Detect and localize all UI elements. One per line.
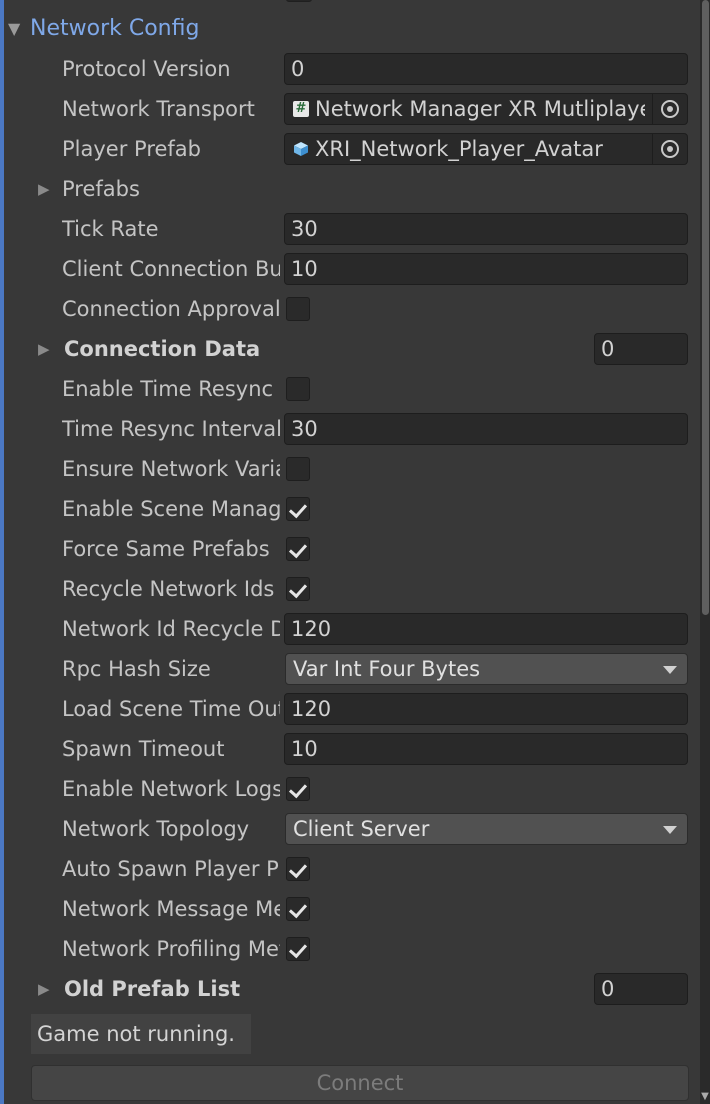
player-prefab-row: Player Prefab XRI_Network_Player_Avatar bbox=[0, 131, 700, 167]
enable-network-logs-checkbox[interactable] bbox=[286, 777, 310, 801]
network-config-title: Network Config bbox=[30, 15, 200, 41]
old-prefab-list-foldout[interactable]: ▶ Old Prefab List 0 bbox=[0, 971, 700, 1007]
object-picker-icon[interactable] bbox=[652, 94, 687, 124]
dropdown-caret-icon bbox=[663, 826, 677, 834]
recycle-network-ids-row: Recycle Network Ids bbox=[0, 571, 700, 607]
network-transport-row: Network Transport # Network Manager XR M… bbox=[0, 91, 700, 127]
protocol-version-field[interactable]: 0 bbox=[284, 53, 688, 85]
prefabs-foldout[interactable]: ▶ Prefabs bbox=[0, 171, 700, 207]
auto-spawn-player-label: Auto Spawn Player Prefab bbox=[62, 857, 280, 881]
tick-rate-row: Tick Rate 30 bbox=[0, 211, 700, 247]
spawn-timeout-label: Spawn Timeout bbox=[62, 737, 225, 761]
script-hash-icon: # bbox=[293, 101, 309, 117]
network-message-metrics-label: Network Message Metrics bbox=[62, 897, 280, 921]
recycle-network-ids-label: Recycle Network Ids bbox=[62, 577, 275, 601]
rpc-hash-size-dropdown[interactable]: Var Int Four Bytes bbox=[285, 653, 688, 685]
network-topology-value: Client Server bbox=[293, 817, 430, 841]
checkmark-icon bbox=[288, 779, 308, 799]
client-connection-buffer-label: Client Connection Buffer Timeout bbox=[62, 257, 280, 281]
spawn-timeout-field[interactable]: 10 bbox=[284, 733, 688, 765]
load-scene-timeout-label: Load Scene Time Out bbox=[62, 697, 280, 721]
time-resync-interval-row: Time Resync Interval 30 bbox=[0, 411, 700, 447]
foldout-collapsed-icon: ▶ bbox=[38, 180, 50, 198]
connection-approval-checkbox[interactable] bbox=[286, 297, 310, 321]
network-transport-value: Network Manager XR Mutliplayer bbox=[315, 97, 645, 121]
protocol-version-label: Protocol Version bbox=[62, 57, 231, 81]
network-transport-label: Network Transport bbox=[62, 97, 255, 121]
force-same-prefabs-row: Force Same Prefabs bbox=[0, 531, 700, 567]
enable-network-logs-label: Enable Network Logs bbox=[62, 777, 280, 801]
clipped-checkbox-fragment[interactable] bbox=[286, 0, 312, 2]
network-id-recycle-delay-label: Network Id Recycle Delay bbox=[62, 617, 280, 641]
rpc-hash-size-value: Var Int Four Bytes bbox=[293, 657, 481, 681]
network-config-foldout[interactable]: ▼ Network Config bbox=[8, 10, 199, 46]
network-id-recycle-delay-field[interactable]: 120 bbox=[284, 613, 688, 645]
enable-scene-management-label: Enable Scene Management bbox=[62, 497, 280, 521]
network-id-recycle-delay-row: Network Id Recycle Delay 120 bbox=[0, 611, 700, 647]
foldout-expanded-icon: ▼ bbox=[8, 18, 21, 38]
enable-scene-management-row: Enable Scene Management bbox=[0, 491, 700, 527]
checkmark-icon bbox=[288, 939, 308, 959]
network-message-metrics-row: Network Message Metrics bbox=[0, 891, 700, 927]
connection-approval-row: Connection Approval bbox=[0, 291, 700, 327]
load-scene-timeout-row: Load Scene Time Out 120 bbox=[0, 691, 700, 727]
enable-time-resync-label: Enable Time Resync bbox=[62, 377, 274, 401]
load-scene-timeout-field[interactable]: 120 bbox=[284, 693, 688, 725]
player-prefab-value: XRI_Network_Player_Avatar bbox=[315, 137, 603, 161]
checkmark-icon bbox=[288, 499, 308, 519]
object-picker-icon[interactable] bbox=[652, 134, 687, 164]
enable-network-logs-row: Enable Network Logs bbox=[0, 771, 700, 807]
network-profiling-metrics-row: Network Profiling Metrics bbox=[0, 931, 700, 967]
checkmark-icon bbox=[288, 539, 308, 559]
network-topology-dropdown[interactable]: Client Server bbox=[285, 813, 688, 845]
spawn-timeout-row: Spawn Timeout 10 bbox=[0, 731, 700, 767]
rpc-hash-size-label: Rpc Hash Size bbox=[62, 657, 211, 681]
dropdown-caret-icon bbox=[663, 666, 677, 674]
ensure-network-variable-label: Ensure Network Variable Length Safety bbox=[62, 457, 280, 481]
connect-button[interactable]: Connect bbox=[31, 1065, 689, 1101]
foldout-collapsed-icon: ▶ bbox=[38, 340, 50, 358]
enable-time-resync-row: Enable Time Resync bbox=[0, 371, 700, 407]
client-connection-buffer-field[interactable]: 10 bbox=[284, 253, 688, 285]
enable-scene-management-checkbox[interactable] bbox=[286, 497, 310, 521]
game-status-label: Game not running. bbox=[31, 1014, 251, 1054]
old-prefab-list-size-field[interactable]: 0 bbox=[594, 973, 688, 1005]
enable-time-resync-checkbox[interactable] bbox=[286, 377, 310, 401]
auto-spawn-player-checkbox[interactable] bbox=[286, 857, 310, 881]
connection-data-size-field[interactable]: 0 bbox=[594, 333, 688, 365]
checkmark-icon bbox=[288, 859, 308, 879]
player-prefab-label: Player Prefab bbox=[62, 137, 202, 161]
ensure-network-variable-checkbox[interactable] bbox=[286, 457, 310, 481]
client-connection-buffer-row: Client Connection Buffer Timeout 10 bbox=[0, 251, 700, 287]
network-message-metrics-checkbox[interactable] bbox=[286, 897, 310, 921]
protocol-version-row: Protocol Version 0 bbox=[0, 51, 700, 87]
network-profiling-metrics-checkbox[interactable] bbox=[286, 937, 310, 961]
network-topology-row: Network Topology Client Server bbox=[0, 811, 700, 847]
checkmark-icon bbox=[288, 899, 308, 919]
connection-approval-label: Connection Approval bbox=[62, 297, 280, 321]
network-profiling-metrics-label: Network Profiling Metrics bbox=[62, 937, 280, 961]
prefab-cube-icon bbox=[294, 142, 308, 156]
scrollbar-thumb[interactable] bbox=[702, 0, 709, 615]
rpc-hash-size-row: Rpc Hash Size Var Int Four Bytes bbox=[0, 651, 700, 687]
old-prefab-list-label: Old Prefab List bbox=[64, 977, 241, 1001]
auto-spawn-player-row: Auto Spawn Player Prefab bbox=[0, 851, 700, 887]
prefabs-label: Prefabs bbox=[62, 177, 140, 201]
recycle-network-ids-checkbox[interactable] bbox=[286, 577, 310, 601]
scroll-down-arrow-icon[interactable]: ▼ bbox=[700, 1090, 710, 1104]
ensure-network-variable-row: Ensure Network Variable Length Safety bbox=[0, 451, 700, 487]
network-topology-label: Network Topology bbox=[62, 817, 250, 841]
player-prefab-field[interactable]: XRI_Network_Player_Avatar bbox=[284, 133, 688, 165]
tick-rate-field[interactable]: 30 bbox=[284, 213, 688, 245]
checkmark-icon bbox=[288, 579, 308, 599]
connection-data-label: Connection Data bbox=[64, 337, 261, 361]
time-resync-interval-field[interactable]: 30 bbox=[284, 413, 688, 445]
connection-data-foldout[interactable]: ▶ Connection Data 0 bbox=[0, 331, 700, 367]
force-same-prefabs-checkbox[interactable] bbox=[286, 537, 310, 561]
network-transport-field[interactable]: # Network Manager XR Mutliplayer bbox=[284, 93, 688, 125]
foldout-collapsed-icon: ▶ bbox=[38, 980, 50, 998]
time-resync-interval-label: Time Resync Interval bbox=[62, 417, 280, 441]
force-same-prefabs-label: Force Same Prefabs bbox=[62, 537, 270, 561]
tick-rate-label: Tick Rate bbox=[62, 217, 159, 241]
